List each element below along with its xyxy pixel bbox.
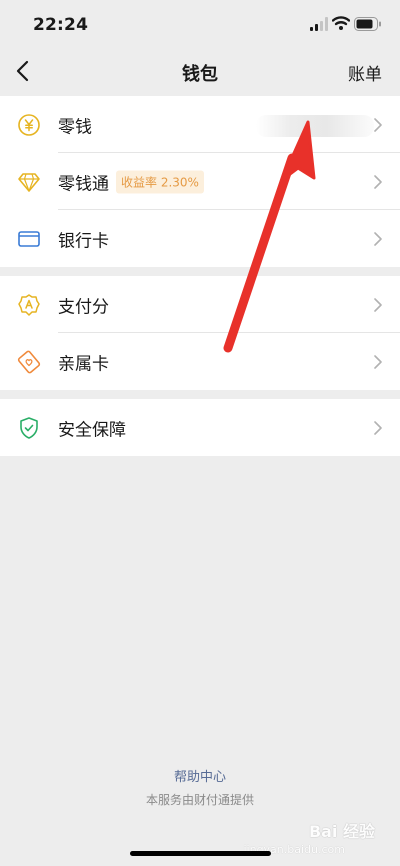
list-item-label: 零钱 <box>58 117 92 137</box>
status-bar: 22:24 <box>0 0 400 48</box>
help-center-link[interactable]: 帮助中心 <box>0 766 400 785</box>
chevron-right-icon <box>374 117 382 132</box>
signal-icon <box>310 17 328 31</box>
list-item-label: 支付分 <box>58 297 109 317</box>
battery-icon <box>354 17 381 31</box>
chevron-right-icon <box>374 231 382 246</box>
list-item-label: 亲属卡 <box>58 354 109 374</box>
annotation-arrow <box>223 120 316 353</box>
page-title: 钱包 <box>182 64 218 85</box>
wifi-icon <box>332 16 350 30</box>
family-card-icon <box>17 350 41 373</box>
yield-rate-badge: 收益率 2.30% <box>116 170 204 193</box>
yuan-coin-icon <box>18 113 40 136</box>
bill-button[interactable]: 账单 <box>348 60 382 85</box>
payscore-badge-icon <box>18 293 40 316</box>
home-indicator[interactable] <box>130 851 271 856</box>
status-time: 22:24 <box>33 15 89 35</box>
list-item-label: 零钱通 <box>58 174 109 194</box>
chevron-right-icon <box>374 354 382 369</box>
chevron-right-icon <box>374 174 382 189</box>
service-provider-note: 本服务由财付通提供 <box>145 793 254 807</box>
chevron-right-icon <box>374 297 382 312</box>
bank-card-icon <box>18 230 40 247</box>
wallet-screen: 22:24 钱包 账单 零钱 零钱通 收益率 2.30% 银行卡 支付分 亲属卡… <box>0 0 400 866</box>
diamond-icon <box>18 172 40 192</box>
list-item-label: 银行卡 <box>58 231 109 251</box>
navigation-bar: 钱包 账单 <box>0 48 400 94</box>
wallet-group-security: 安全保障 <box>0 399 400 456</box>
shield-check-icon <box>20 416 38 439</box>
list-item-label: 安全保障 <box>58 420 126 440</box>
chevron-right-icon <box>374 420 382 435</box>
list-item-security[interactable]: 安全保障 <box>0 399 400 456</box>
baidu-jingyan-watermark: Bai 经验 <box>308 822 375 841</box>
